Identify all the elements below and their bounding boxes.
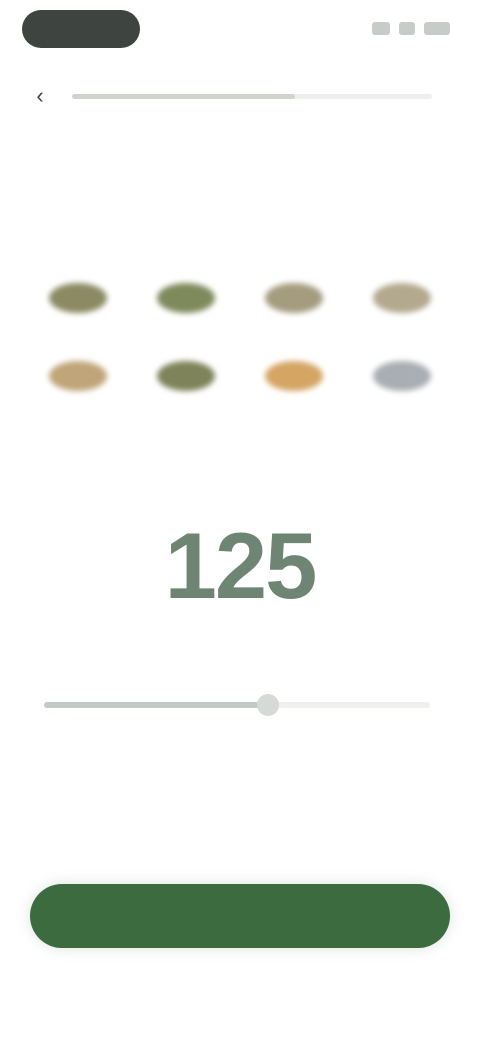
food-option[interactable] xyxy=(348,340,456,412)
slider-fill xyxy=(44,702,268,708)
food-grid xyxy=(24,262,456,412)
back-button[interactable]: ‹ xyxy=(26,82,54,110)
progress-fill xyxy=(72,94,296,99)
battery-icon xyxy=(424,22,450,35)
food-option[interactable] xyxy=(132,340,240,412)
food-option[interactable] xyxy=(132,262,240,334)
signal-icon xyxy=(372,22,390,35)
food-image xyxy=(49,361,107,391)
screen: ‹ 125 xyxy=(0,0,480,1040)
food-image xyxy=(265,361,323,391)
back-arrow-icon: ‹ xyxy=(36,83,44,108)
food-image xyxy=(157,361,215,391)
food-image xyxy=(373,361,431,391)
amount-slider[interactable] xyxy=(44,690,430,720)
food-option[interactable] xyxy=(348,262,456,334)
food-option[interactable] xyxy=(240,262,348,334)
food-image xyxy=(373,283,431,313)
food-image xyxy=(265,283,323,313)
food-option[interactable] xyxy=(24,262,132,334)
progress-bar xyxy=(72,94,432,99)
status-icons xyxy=(372,22,450,35)
food-option[interactable] xyxy=(240,340,348,412)
time-pill xyxy=(22,10,140,48)
status-bar xyxy=(0,0,480,64)
wifi-icon xyxy=(399,22,415,35)
continue-button[interactable] xyxy=(30,884,450,948)
top-nav: ‹ xyxy=(0,72,480,120)
slider-track[interactable] xyxy=(44,702,430,708)
selected-value: 125 xyxy=(164,513,318,618)
food-option[interactable] xyxy=(24,340,132,412)
slider-thumb[interactable] xyxy=(256,694,279,716)
food-image xyxy=(157,283,215,313)
food-image xyxy=(49,283,107,313)
